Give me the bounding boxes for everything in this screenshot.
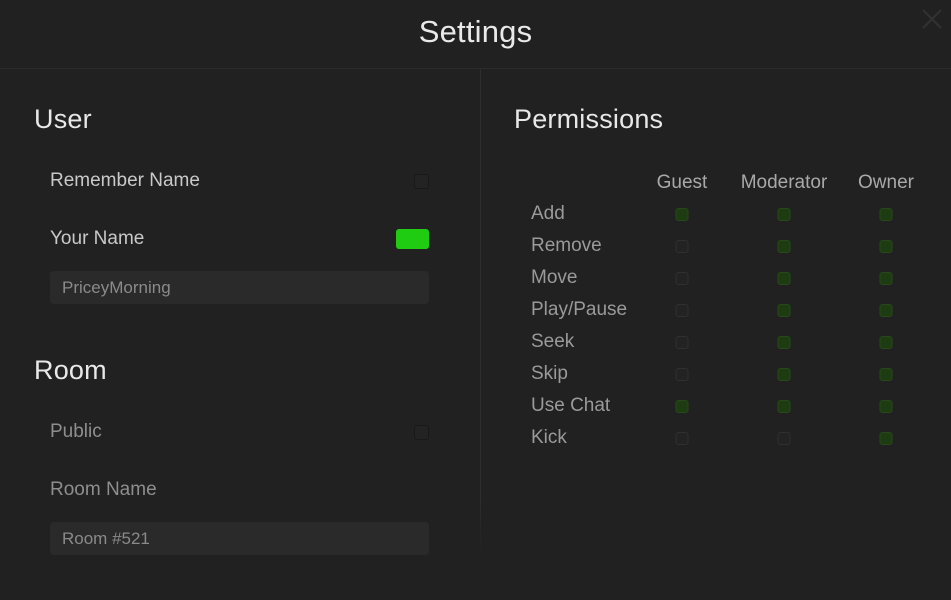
permission-checkbox[interactable] <box>778 432 791 445</box>
permission-row-label: Skip <box>531 363 568 385</box>
permissions-column-header: Owner <box>858 172 914 194</box>
remember-name-label: Remember Name <box>50 170 200 192</box>
permissions-panel: Permissions Guest Moderator Owner Add Remove… <box>481 68 951 600</box>
public-room-row[interactable]: Public <box>50 419 429 445</box>
permission-checkbox[interactable] <box>778 272 791 285</box>
permission-row-label: Seek <box>531 331 574 353</box>
permission-checkbox[interactable] <box>676 432 689 445</box>
permission-row-label: Play/Pause <box>531 299 627 321</box>
permission-checkbox[interactable] <box>676 336 689 349</box>
permission-checkbox[interactable] <box>880 304 893 317</box>
permission-row-label: Move <box>531 267 577 289</box>
permission-checkbox[interactable] <box>880 272 893 285</box>
permission-checkbox[interactable] <box>676 368 689 381</box>
public-room-checkbox[interactable] <box>414 425 429 440</box>
section-heading-room: Room <box>34 355 107 386</box>
permission-checkbox[interactable] <box>880 368 893 381</box>
your-name-label: Your Name <box>50 228 144 250</box>
name-color-swatch[interactable] <box>396 229 429 249</box>
permission-checkbox[interactable] <box>676 240 689 253</box>
close-icon[interactable] <box>915 2 949 36</box>
permission-checkbox[interactable] <box>880 336 893 349</box>
remember-name-row[interactable]: Remember Name <box>50 168 429 194</box>
room-name-row: Room Name <box>50 477 429 503</box>
settings-dialog: Settings User Remember Name Your Name Ro… <box>0 0 951 600</box>
permission-checkbox[interactable] <box>880 208 893 221</box>
permission-checkbox[interactable] <box>778 400 791 413</box>
permission-checkbox[interactable] <box>880 400 893 413</box>
permission-checkbox[interactable] <box>676 304 689 317</box>
permission-checkbox[interactable] <box>676 208 689 221</box>
public-room-label: Public <box>50 421 102 443</box>
section-heading-permissions: Permissions <box>514 104 663 135</box>
permission-checkbox[interactable] <box>778 208 791 221</box>
permission-checkbox[interactable] <box>778 336 791 349</box>
permission-checkbox[interactable] <box>778 240 791 253</box>
permission-checkbox[interactable] <box>676 272 689 285</box>
permission-checkbox[interactable] <box>880 240 893 253</box>
permission-row-label: Use Chat <box>531 395 610 417</box>
dialog-titlebar: Settings <box>0 0 951 68</box>
permission-checkbox[interactable] <box>880 432 893 445</box>
permission-checkbox[interactable] <box>778 368 791 381</box>
remember-name-checkbox[interactable] <box>414 174 429 189</box>
permission-checkbox[interactable] <box>676 400 689 413</box>
your-name-row[interactable]: Your Name <box>50 226 429 252</box>
permission-row-label: Kick <box>531 427 567 449</box>
page-title: Settings <box>0 14 951 50</box>
permission-row-label: Remove <box>531 235 602 257</box>
permissions-column-header: Guest <box>657 172 708 194</box>
section-heading-user: User <box>34 104 92 135</box>
room-name-label: Room Name <box>50 479 157 501</box>
room-name-input[interactable] <box>50 522 429 555</box>
permission-row-label: Add <box>531 203 565 225</box>
your-name-input[interactable] <box>50 271 429 304</box>
left-panel: User Remember Name Your Name Room Public… <box>0 68 480 600</box>
permissions-column-header: Moderator <box>741 172 828 194</box>
permission-checkbox[interactable] <box>778 304 791 317</box>
